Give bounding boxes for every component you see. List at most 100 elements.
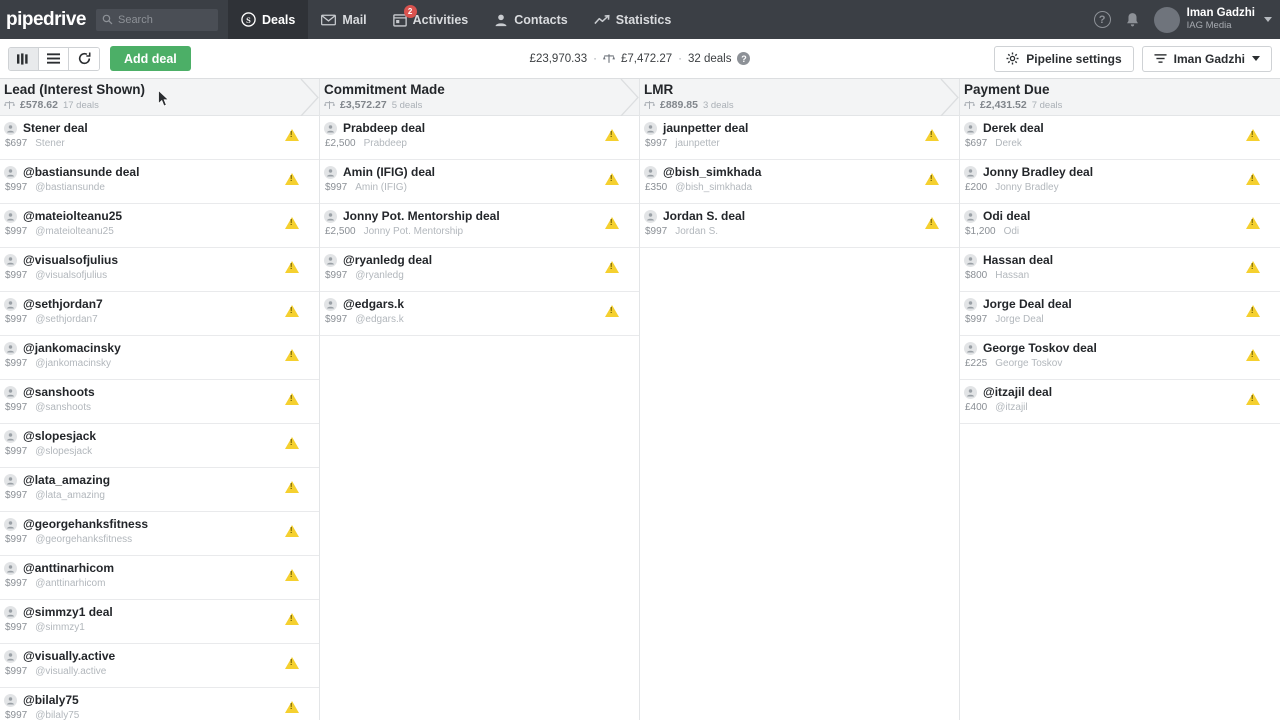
stats-help-icon[interactable]: ? — [737, 52, 751, 65]
warning-icon[interactable] — [285, 305, 299, 317]
stage-header[interactable]: LMR £889.85 3 deals — [640, 79, 959, 116]
deal-card[interactable]: Derek deal $697 Derek — [960, 116, 1280, 160]
nav-item-statistics[interactable]: Statistics — [581, 0, 685, 39]
nav-label-contacts: Contacts — [514, 12, 568, 27]
pipeline-stage-column: Payment Due £2,431.52 7 deals Derek deal $69… — [960, 79, 1280, 720]
deal-card[interactable]: @bilaly75 $997 @bilaly75 — [0, 688, 319, 720]
warning-icon[interactable] — [925, 129, 939, 141]
user-org: IAG Media — [1186, 20, 1232, 32]
warning-icon[interactable] — [605, 173, 619, 185]
warning-icon[interactable] — [1246, 217, 1260, 229]
scale-icon — [4, 101, 15, 109]
warning-icon[interactable] — [1246, 173, 1260, 185]
deal-card[interactable]: Jonny Pot. Mentorship deal £2,500 Jonny Po… — [320, 204, 639, 248]
deal-card[interactable]: Stener deal $697 Stener — [0, 116, 319, 160]
deal-value: $997 — [965, 314, 988, 325]
deal-card[interactable]: Prabdeep deal £2,500 Prabdeep — [320, 116, 639, 160]
deal-card[interactable]: Jorge Deal deal $997 Jorge Deal — [960, 292, 1280, 336]
help-icon[interactable]: ? — [1093, 11, 1111, 28]
pipedrive-logo[interactable]: pipedrive — [0, 9, 96, 31]
warning-icon[interactable] — [285, 701, 299, 713]
warning-icon[interactable] — [285, 437, 299, 449]
warning-icon[interactable] — [285, 261, 299, 273]
warning-icon[interactable] — [925, 217, 939, 229]
warning-icon[interactable] — [1246, 393, 1260, 405]
warning-icon[interactable] — [1246, 305, 1260, 317]
user-filter-button[interactable]: Iman Gadzhi — [1141, 45, 1272, 72]
deal-card[interactable]: Amin (IFIG) deal $997 Amin (IFIG) — [320, 160, 639, 204]
add-deal-button[interactable]: Add deal — [110, 46, 191, 71]
deal-title-row: @bilaly75 — [4, 693, 319, 707]
nav-item-contacts[interactable]: Contacts — [481, 0, 580, 39]
deal-card[interactable]: @slopesjack $997 @slopesjack — [0, 424, 319, 468]
bell-icon[interactable] — [1125, 12, 1140, 28]
warning-icon[interactable] — [1246, 349, 1260, 361]
deal-card[interactable]: @simmzy1 deal $997 @simmzy1 — [0, 600, 319, 644]
deal-card[interactable]: @mateiolteanu25 $997 @mateiolteanu25 — [0, 204, 319, 248]
stage-deal-count: 3 deals — [702, 99, 734, 111]
deal-card[interactable]: @visualsofjulius $997 @visualsofjulius — [0, 248, 319, 292]
deal-card[interactable]: @bastiansunde deal $997 @bastiansunde — [0, 160, 319, 204]
person-avatar-icon — [4, 297, 17, 311]
deal-person: Jonny Bradley — [995, 182, 1059, 193]
deal-value: $997 — [5, 314, 28, 325]
deal-card[interactable]: @sethjordan7 $997 @sethjordan7 — [0, 292, 319, 336]
pipeline-view-button[interactable] — [9, 47, 39, 70]
warning-icon[interactable] — [605, 217, 619, 229]
deal-title: Amin (IFIG) deal — [343, 165, 436, 179]
warning-icon[interactable] — [1246, 129, 1260, 141]
warning-icon[interactable] — [285, 393, 299, 405]
pipeline-settings-button[interactable]: Pipeline settings — [994, 45, 1134, 72]
deal-card[interactable]: Odi deal $1,200 Odi — [960, 204, 1280, 248]
warning-icon[interactable] — [285, 613, 299, 625]
deal-card[interactable]: @anttinarhicom $997 @anttinarhicom — [0, 556, 319, 600]
stage-header[interactable]: Commitment Made £3,572.27 5 deals — [320, 79, 639, 116]
deal-card[interactable]: @lata_amazing $997 @lata_amazing — [0, 468, 319, 512]
deal-person: @anttinarhicom — [35, 578, 106, 589]
deal-card[interactable]: jaunpetter deal $997 jaunpetter — [640, 116, 959, 160]
deal-person: George Toskov — [995, 358, 1063, 369]
deal-title-row: Amin (IFIG) deal — [324, 165, 639, 179]
warning-icon[interactable] — [925, 173, 939, 185]
deal-title-row: @bish_simkhada — [644, 165, 959, 179]
deal-card[interactable]: @visually.active $997 @visually.active — [0, 644, 319, 688]
deal-card[interactable]: George Toskov deal £225 George Toskov — [960, 336, 1280, 380]
nav-item-deals[interactable]: S Deals — [227, 0, 309, 39]
deal-card[interactable]: @itzajil deal £400 @itzajil — [960, 380, 1280, 424]
user-menu[interactable]: Iman Gadzhi IAG Media — [1153, 6, 1272, 33]
stage-header[interactable]: Payment Due £2,431.52 7 deals — [960, 79, 1280, 116]
deal-meta: $997 @georgehanksfitness — [4, 534, 319, 545]
search-input[interactable]: Search — [95, 8, 218, 31]
deal-card[interactable]: @georgehanksfitness $997 @georgehanksfitne… — [0, 512, 319, 556]
warning-icon[interactable] — [285, 525, 299, 537]
warning-icon[interactable] — [285, 129, 299, 141]
deal-card[interactable]: @sanshoots $997 @sanshoots — [0, 380, 319, 424]
warning-icon[interactable] — [285, 349, 299, 361]
warning-icon[interactable] — [285, 173, 299, 185]
pipeline-settings-label: Pipeline settings — [1026, 51, 1122, 66]
deal-card[interactable]: @ryanledg deal $997 @ryanledg — [320, 248, 639, 292]
nav-item-mail[interactable]: Mail — [308, 0, 379, 39]
deal-value: £2,500 — [325, 138, 356, 149]
stage-card-list: Stener deal $697 Stener @bastiansunde deal $… — [0, 116, 319, 720]
deal-value: $997 — [5, 182, 28, 193]
forecast-view-button[interactable] — [69, 47, 99, 70]
warning-icon[interactable] — [285, 657, 299, 669]
deal-card[interactable]: Jordan S. deal $997 Jordan S. — [640, 204, 959, 248]
list-view-button[interactable] — [39, 47, 69, 70]
deal-card[interactable]: Hassan deal $800 Hassan — [960, 248, 1280, 292]
nav-item-activities[interactable]: 2 Activities — [380, 0, 482, 39]
person-avatar-icon — [4, 121, 17, 135]
deal-card[interactable]: @bish_simkhada £350 @bish_simkhada — [640, 160, 959, 204]
warning-icon[interactable] — [605, 305, 619, 317]
deal-card[interactable]: @jankomacinsky $997 @jankomacinsky — [0, 336, 319, 380]
warning-icon[interactable] — [1246, 261, 1260, 273]
deal-value: $997 — [5, 622, 28, 633]
warning-icon[interactable] — [285, 569, 299, 581]
warning-icon[interactable] — [285, 217, 299, 229]
deal-card[interactable]: @edgars.k $997 @edgars.k — [320, 292, 639, 336]
warning-icon[interactable] — [605, 129, 619, 141]
warning-icon[interactable] — [605, 261, 619, 273]
deal-card[interactable]: Jonny Bradley deal £200 Jonny Bradley — [960, 160, 1280, 204]
warning-icon[interactable] — [285, 481, 299, 493]
